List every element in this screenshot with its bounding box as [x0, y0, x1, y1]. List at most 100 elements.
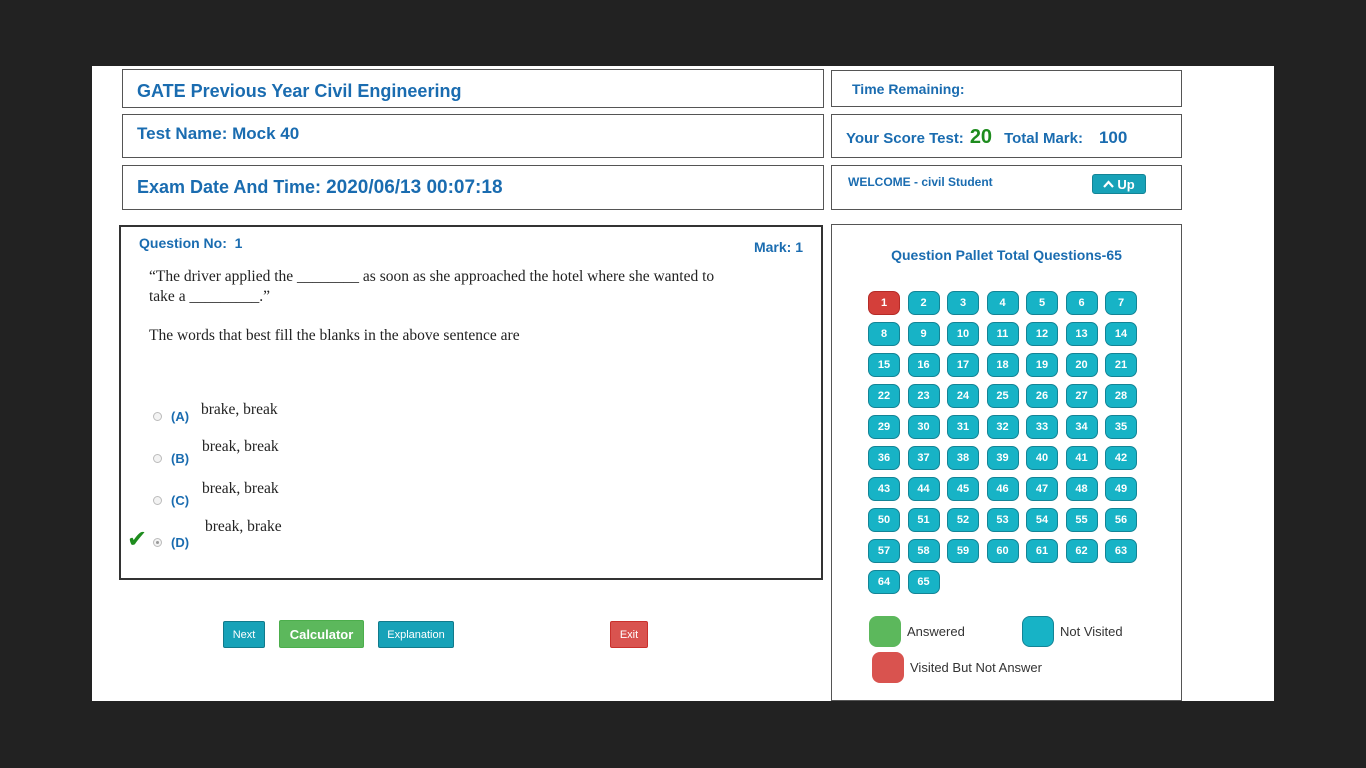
option-d-radio[interactable] [153, 538, 162, 547]
pallet-question-48[interactable]: 48 [1065, 477, 1098, 501]
legend-answered: Answered [869, 616, 965, 647]
pallet-question-53[interactable]: 53 [986, 508, 1019, 532]
pallet-question-21[interactable]: 21 [1105, 353, 1137, 377]
option-a-radio[interactable] [153, 412, 162, 421]
pallet-question-2[interactable]: 2 [907, 291, 940, 315]
pallet-question-59[interactable]: 59 [947, 539, 979, 563]
pallet-question-50[interactable]: 50 [868, 508, 900, 532]
pallet-question-40[interactable]: 40 [1026, 446, 1058, 470]
pallet-question-11[interactable]: 11 [986, 322, 1019, 346]
legend-not-visited: Not Visited [1022, 616, 1123, 647]
pallet-question-9[interactable]: 9 [907, 322, 940, 346]
pallet-question-8[interactable]: 8 [868, 322, 900, 346]
pallet-question-62[interactable]: 62 [1065, 539, 1098, 563]
pallet-grid: 1 2 3 4 5 6 7 8 9 10 11 12 13 14 15 16 17 18 19 20 21 22 23 24 2… [868, 291, 1148, 594]
pallet-question-38[interactable]: 38 [947, 446, 979, 470]
pallet-question-39[interactable]: 39 [986, 446, 1019, 470]
pallet-question-60[interactable]: 60 [986, 539, 1019, 563]
scroll-up-button[interactable]: Up [1092, 174, 1146, 194]
question-pallet: Question Pallet Total Questions-65 12345… [831, 224, 1182, 701]
explanation-button[interactable]: Explanation [378, 621, 454, 648]
pallet-question-3[interactable]: 3 [947, 291, 979, 315]
pallet-question-63[interactable]: 63 [1105, 539, 1137, 563]
pallet-question-17[interactable]: 17 [947, 353, 979, 377]
pallet-question-56[interactable]: 56 [1105, 508, 1137, 532]
option-b-radio[interactable] [153, 454, 162, 463]
option-a-label: (A) [171, 409, 190, 424]
chevron-up-icon [1103, 180, 1115, 188]
pallet-question-7[interactable]: 7 [1105, 291, 1137, 315]
pallet-question-45[interactable]: 45 [947, 477, 979, 501]
pallet-question-65[interactable]: 65 [907, 570, 940, 594]
pallet-question-47[interactable]: 47 [1026, 477, 1058, 501]
question-number-value: 1 [234, 235, 243, 251]
calculator-button[interactable]: Calculator [279, 620, 364, 648]
pallet-question-46[interactable]: 46 [986, 477, 1019, 501]
question-number-label: Question No: [139, 235, 227, 251]
pallet-question-34[interactable]: 34 [1065, 415, 1098, 439]
pallet-question-5[interactable]: 5 [1026, 291, 1058, 315]
pallet-question-37[interactable]: 37 [907, 446, 940, 470]
pallet-question-28[interactable]: 28 [1105, 384, 1137, 408]
pallet-question-18[interactable]: 18 [986, 353, 1019, 377]
pallet-question-52[interactable]: 52 [947, 508, 979, 532]
pallet-question-58[interactable]: 58 [907, 539, 940, 563]
question-mark: Mark: 1 [753, 239, 803, 255]
pallet-question-36[interactable]: 36 [868, 446, 900, 470]
pallet-question-25[interactable]: 25 [986, 384, 1019, 408]
pallet-question-30[interactable]: 30 [907, 415, 940, 439]
pallet-question-26[interactable]: 26 [1026, 384, 1058, 408]
visited-not-answer-swatch [872, 652, 904, 683]
pallet-question-12[interactable]: 12 [1026, 322, 1058, 346]
pallet-question-31[interactable]: 31 [947, 415, 979, 439]
option-c[interactable]: (C) [153, 493, 189, 508]
total-mark-value: 100 [1098, 128, 1128, 147]
pallet-question-55[interactable]: 55 [1065, 508, 1098, 532]
pallet-question-24[interactable]: 24 [947, 384, 979, 408]
pallet-question-42[interactable]: 42 [1105, 446, 1137, 470]
pallet-question-57[interactable]: 57 [868, 539, 900, 563]
score-box: Your Score Test: 20 Total Mark: 100 [831, 114, 1182, 158]
pallet-question-54[interactable]: 54 [1026, 508, 1058, 532]
pallet-question-35[interactable]: 35 [1105, 415, 1137, 439]
test-name-value: Mock 40 [232, 124, 300, 143]
pallet-question-29[interactable]: 29 [868, 415, 900, 439]
pallet-question-33[interactable]: 33 [1026, 415, 1058, 439]
question-panel: Question No: 1 Mark: 1 “The driver appli… [119, 225, 823, 580]
question-number: Question No: 1 [139, 235, 242, 251]
option-c-label: (C) [171, 493, 190, 508]
exit-button[interactable]: Exit [610, 621, 648, 648]
pallet-question-49[interactable]: 49 [1105, 477, 1137, 501]
option-b[interactable]: (B) [153, 451, 189, 466]
pallet-question-16[interactable]: 16 [907, 353, 940, 377]
pallet-question-32[interactable]: 32 [986, 415, 1019, 439]
pallet-question-19[interactable]: 19 [1026, 353, 1058, 377]
pallet-question-13[interactable]: 13 [1065, 322, 1098, 346]
next-button[interactable]: Next [223, 621, 265, 648]
legend-answered-label: Answered [907, 624, 965, 639]
pallet-question-44[interactable]: 44 [907, 477, 940, 501]
legend-visited-not-answer-label: Visited But Not Answer [910, 660, 1042, 675]
pallet-question-1[interactable]: 1 [868, 291, 900, 315]
option-d-text: break, brake [205, 518, 282, 535]
pallet-question-51[interactable]: 51 [907, 508, 940, 532]
pallet-question-14[interactable]: 14 [1105, 322, 1137, 346]
option-d[interactable]: (D) [153, 535, 189, 550]
pallet-question-43[interactable]: 43 [868, 477, 900, 501]
pallet-question-15[interactable]: 15 [868, 353, 900, 377]
pallet-question-61[interactable]: 61 [1026, 539, 1058, 563]
legend-not-visited-label: Not Visited [1060, 624, 1123, 639]
pallet-question-64[interactable]: 64 [868, 570, 900, 594]
pallet-question-27[interactable]: 27 [1065, 384, 1098, 408]
time-remaining-box: Time Remaining: [831, 70, 1182, 107]
pallet-question-22[interactable]: 22 [868, 384, 900, 408]
pallet-question-6[interactable]: 6 [1065, 291, 1098, 315]
pallet-question-23[interactable]: 23 [907, 384, 940, 408]
pallet-question-4[interactable]: 4 [986, 291, 1019, 315]
pallet-question-41[interactable]: 41 [1065, 446, 1098, 470]
exam-date-label: Exam Date And Time: [137, 177, 322, 197]
pallet-question-10[interactable]: 10 [947, 322, 979, 346]
pallet-question-20[interactable]: 20 [1065, 353, 1098, 377]
option-c-radio[interactable] [153, 496, 162, 505]
option-a[interactable]: (A) [153, 409, 189, 424]
